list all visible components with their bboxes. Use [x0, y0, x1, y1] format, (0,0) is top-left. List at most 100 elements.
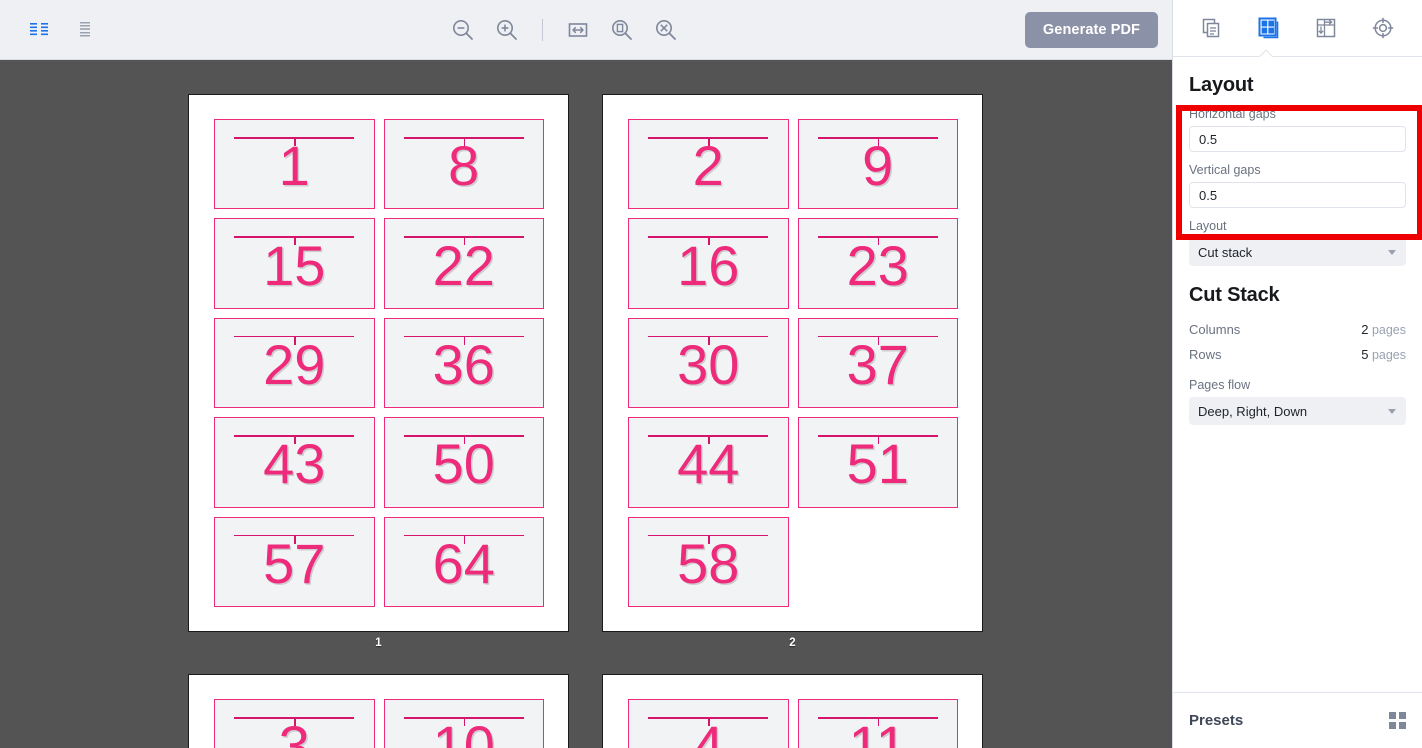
cell-page-number: 4	[692, 714, 724, 748]
sheet-page[interactable]: 41118253239465360	[602, 674, 983, 748]
sheet-cell-empty[interactable]	[798, 517, 959, 607]
active-tab-caret-icon	[1259, 49, 1273, 57]
cell-page-number: 44	[677, 432, 740, 496]
sheet-cell[interactable]: 50	[383, 417, 544, 508]
rows-value-group: 5 pages	[1361, 347, 1406, 362]
cell-page-number: 3	[278, 714, 310, 748]
cell-page-number: 16	[677, 233, 740, 297]
zoom-in-icon[interactable]	[488, 11, 526, 49]
cell-page-number: 11	[848, 714, 907, 748]
sheet-cells: 1 8 15 22 29 36 43 50 57 64	[214, 119, 544, 607]
cell-page-number: 23	[846, 233, 909, 297]
sheet-cells: 31017243138455259	[214, 699, 544, 748]
reset-zoom-icon[interactable]	[647, 11, 685, 49]
rows-unit: pages	[1371, 348, 1406, 362]
vertical-gaps-input[interactable]	[1189, 182, 1406, 208]
cell-page-number: 51	[846, 432, 909, 496]
cut-stack-section-title: Cut Stack	[1189, 284, 1280, 306]
presets-bar[interactable]: Presets	[1173, 692, 1422, 748]
sheet-cell[interactable]: 1	[214, 119, 375, 210]
fit-width-icon[interactable]	[559, 11, 597, 49]
cell-page-number: 1	[278, 134, 310, 198]
chevron-down-icon	[1388, 409, 1396, 414]
tab-layout[interactable]	[1249, 8, 1289, 48]
sheet-cell[interactable]: 22	[383, 218, 544, 309]
right-sidebar: Layout Horizontal gaps Vertical gaps Lay…	[1172, 0, 1422, 748]
sheet-cell[interactable]: 4	[628, 699, 789, 748]
columns-value-group: 2 pages	[1361, 322, 1406, 337]
cell-page-number: 29	[263, 333, 326, 397]
pages-flow-select[interactable]: Deep, Right, Down	[1189, 397, 1406, 425]
sheet-cell[interactable]: 9	[797, 119, 958, 210]
sheet-cell[interactable]: 15	[214, 218, 375, 309]
tabs-divider	[1173, 56, 1422, 57]
sheet[interactable]: 411182532394653604	[602, 674, 983, 748]
tab-marks[interactable]	[1363, 8, 1403, 48]
sheet-cell[interactable]: 43	[214, 417, 375, 508]
sheet-cell[interactable]: 30	[628, 317, 789, 409]
cell-page-number: 57	[263, 532, 326, 596]
sheet-page[interactable]: 2 9 16 23 30 37 44 51 58	[602, 94, 983, 632]
sheet[interactable]: 310172431384552593	[188, 674, 569, 748]
sheet-label: 2	[789, 637, 796, 649]
sheet-cell[interactable]: 2	[628, 119, 789, 210]
sheet-cell[interactable]: 16	[628, 218, 789, 309]
layout-select-value: Cut stack	[1198, 244, 1253, 260]
layout-section-title: Layout	[1189, 74, 1254, 96]
sheet-cell[interactable]: 57	[214, 516, 375, 607]
cell-page-number: 58	[677, 532, 740, 596]
toolbar-view-group	[0, 11, 104, 49]
sheet-cell[interactable]: 29	[214, 317, 375, 409]
toolbar-zoom-group	[104, 11, 1025, 49]
sheet-cells: 2 9 16 23 30 37 44 51 58	[628, 119, 958, 607]
sheet-cell[interactable]: 10	[383, 699, 544, 748]
horizontal-gaps-input[interactable]	[1189, 126, 1406, 152]
cell-page-number: 37	[846, 333, 909, 397]
sheet-page[interactable]: 1 8 15 22 29 36 43 50 57 64	[188, 94, 569, 632]
cell-page-number: 50	[432, 432, 495, 496]
rows-row[interactable]: Rows 5 pages	[1189, 342, 1406, 367]
rows-label: Rows	[1189, 347, 1222, 362]
fit-page-icon[interactable]	[603, 11, 641, 49]
sheet-cell[interactable]: 58	[628, 516, 789, 607]
cell-page-number: 22	[432, 233, 495, 297]
sheet-cell[interactable]: 8	[383, 119, 544, 210]
sheet[interactable]: 1 8 15 22 29 36 43 50 57 64 1	[188, 94, 569, 649]
sheet-cell[interactable]: 36	[383, 317, 544, 409]
toolbar-divider	[541, 18, 543, 41]
sheet[interactable]: 2 9 16 23 30 37 44 51 58 2	[602, 94, 983, 649]
columns-label: Columns	[1189, 322, 1241, 337]
tab-imposition[interactable]	[1306, 8, 1346, 48]
sheet-label: 1	[375, 637, 382, 649]
cell-page-number: 15	[263, 233, 326, 297]
columns-row[interactable]: Columns 2 pages	[1189, 317, 1406, 342]
tab-pages[interactable]	[1192, 8, 1232, 48]
cell-page-number: 10	[432, 714, 495, 748]
columns-unit: pages	[1371, 323, 1406, 337]
vertical-gaps-label: Vertical gaps	[1189, 163, 1261, 177]
view-stacked-icon[interactable]	[66, 11, 104, 49]
toolbar-actions: Generate PDF	[1024, 11, 1172, 48]
pages-flow-label: Pages flow	[1189, 378, 1251, 392]
layout-panel: Layout Horizontal gaps Vertical gaps Lay…	[1173, 74, 1422, 425]
sheet-grid: 1815222936435057641291623303744515823101…	[188, 94, 983, 748]
cell-page-number: 43	[263, 432, 326, 496]
cell-page-number: 64	[432, 532, 495, 596]
sheet-cell[interactable]: 51	[797, 417, 958, 508]
cell-page-number: 36	[432, 333, 495, 397]
preview-canvas[interactable]: 1815222936435057641291623303744515823101…	[0, 60, 1172, 748]
zoom-out-icon[interactable]	[444, 11, 482, 49]
sheet-cell[interactable]: 37	[797, 317, 958, 409]
sheet-cell[interactable]: 64	[383, 516, 544, 607]
sheet-cell[interactable]: 3	[214, 699, 375, 748]
grid-4-icon[interactable]	[1389, 712, 1406, 729]
generate-pdf-button[interactable]: Generate PDF	[1024, 11, 1158, 48]
sheet-page[interactable]: 31017243138455259	[188, 674, 569, 748]
sheet-cell[interactable]: 11	[797, 699, 958, 748]
horizontal-gaps-label: Horizontal gaps	[1189, 107, 1276, 121]
sheet-cell[interactable]: 23	[797, 218, 958, 309]
view-spread-icon[interactable]	[20, 11, 58, 49]
layout-select[interactable]: Cut stack	[1189, 238, 1406, 266]
sheet-cell[interactable]: 44	[628, 417, 789, 508]
sheet-cells: 41118253239465360	[628, 699, 958, 748]
